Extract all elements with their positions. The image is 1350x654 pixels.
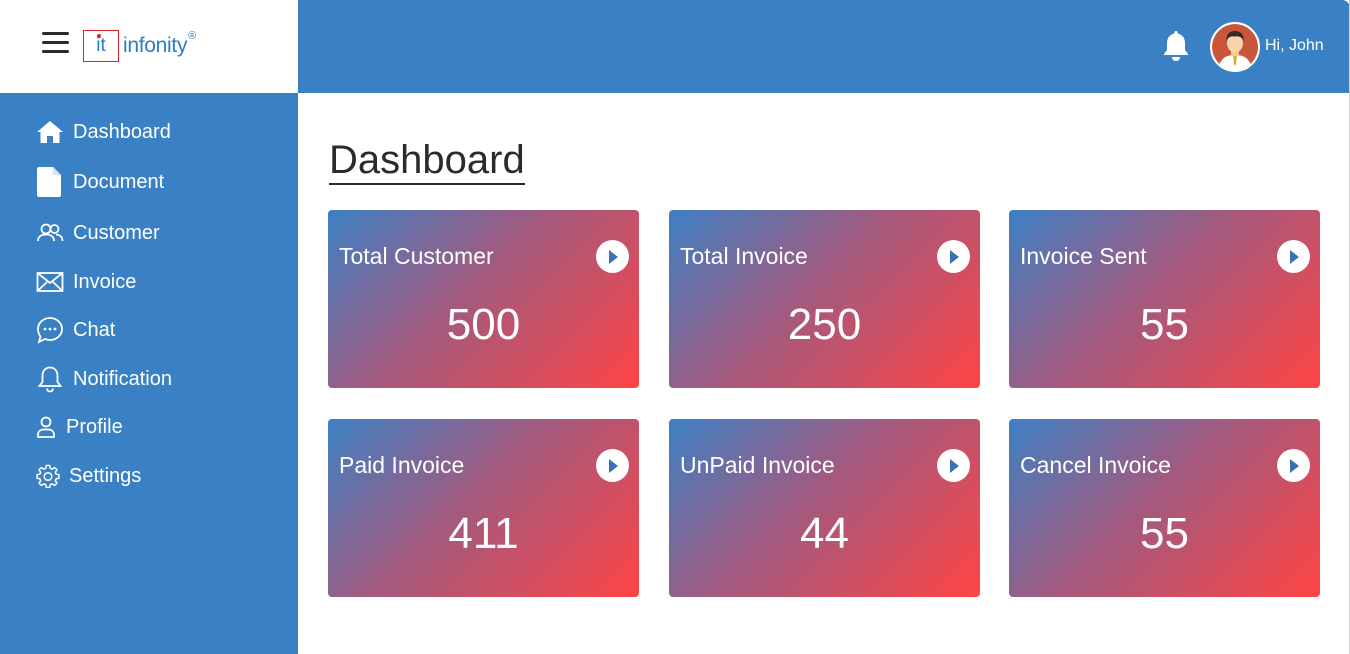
users-icon bbox=[36, 218, 64, 248]
main-content: Dashboard Total Customer 500 Total Invoi… bbox=[298, 93, 1350, 654]
sidebar-item-label: Settings bbox=[69, 464, 142, 487]
sidebar-item-label: Notification bbox=[73, 367, 172, 390]
play-circle-icon[interactable] bbox=[1277, 240, 1310, 273]
sidebar-item-label: Chat bbox=[73, 318, 116, 341]
home-icon bbox=[36, 117, 64, 147]
card-title: Total Invoice bbox=[680, 243, 808, 269]
play-circle-icon[interactable] bbox=[937, 449, 970, 482]
user-icon bbox=[36, 412, 57, 442]
logo-area: it infonity ® bbox=[0, 0, 298, 93]
notification-bell-icon[interactable] bbox=[1160, 29, 1192, 63]
app-window: it infonity ® Hi, John Dashboard Documen… bbox=[0, 0, 1350, 654]
sidebar-item-label: Customer bbox=[73, 221, 160, 244]
user-avatar[interactable] bbox=[1210, 22, 1260, 72]
card-title: Invoice Sent bbox=[1020, 243, 1147, 269]
play-circle-icon[interactable] bbox=[596, 240, 629, 273]
sidebar-item-settings[interactable]: Settings bbox=[36, 461, 141, 491]
sidebar-item-invoice[interactable]: Invoice bbox=[36, 267, 136, 297]
page-title: Dashboard bbox=[329, 137, 525, 185]
card-value: 55 bbox=[1140, 509, 1189, 558]
card-title: UnPaid Invoice bbox=[680, 452, 835, 478]
menu-toggle-icon[interactable] bbox=[42, 32, 70, 56]
document-icon bbox=[36, 167, 64, 197]
registered-mark: ® bbox=[188, 30, 197, 42]
logo-mark: it bbox=[83, 30, 119, 62]
card-total-invoice[interactable]: Total Invoice 250 bbox=[669, 210, 980, 388]
logo-mark-text: it bbox=[96, 35, 106, 56]
card-title: Cancel Invoice bbox=[1020, 452, 1171, 478]
sidebar-item-notification[interactable]: Notification bbox=[36, 364, 172, 394]
card-invoice-sent[interactable]: Invoice Sent 55 bbox=[1009, 210, 1320, 388]
sidebar-item-label: Dashboard bbox=[73, 120, 171, 143]
sidebar-item-label: Invoice bbox=[73, 270, 137, 293]
play-circle-icon[interactable] bbox=[596, 449, 629, 482]
card-title: Paid Invoice bbox=[339, 452, 465, 478]
sidebar-item-dashboard[interactable]: Dashboard bbox=[36, 117, 171, 147]
card-value: 411 bbox=[448, 509, 519, 558]
logo-wordmark: infonity bbox=[123, 34, 188, 57]
bell-icon bbox=[36, 364, 64, 394]
play-circle-icon[interactable] bbox=[1277, 449, 1310, 482]
card-cancel-invoice[interactable]: Cancel Invoice 55 bbox=[1009, 419, 1320, 597]
card-value: 55 bbox=[1140, 300, 1189, 349]
user-greeting[interactable]: Hi, John bbox=[1265, 37, 1324, 55]
card-value: 44 bbox=[800, 509, 849, 558]
play-circle-icon[interactable] bbox=[937, 240, 970, 273]
card-total-customer[interactable]: Total Customer 500 bbox=[328, 210, 639, 388]
sidebar: Dashboard Document Customer Invoice Chat bbox=[0, 93, 298, 654]
sidebar-item-label: Document bbox=[73, 170, 165, 193]
sidebar-item-label: Profile bbox=[66, 415, 123, 438]
sidebar-item-customer[interactable]: Customer bbox=[36, 218, 160, 248]
chat-icon bbox=[36, 315, 64, 345]
card-title: Total Customer bbox=[339, 243, 494, 269]
sidebar-item-chat[interactable]: Chat bbox=[36, 315, 115, 345]
sidebar-item-document[interactable]: Document bbox=[36, 167, 164, 197]
card-value: 500 bbox=[446, 300, 521, 349]
card-unpaid-invoice[interactable]: UnPaid Invoice 44 bbox=[669, 419, 980, 597]
envelope-icon bbox=[36, 267, 64, 297]
brand-logo[interactable]: it infonity ® bbox=[83, 29, 196, 63]
card-value: 250 bbox=[787, 300, 862, 349]
top-bar: Hi, John bbox=[298, 0, 1350, 93]
gear-icon bbox=[36, 461, 60, 491]
sidebar-item-profile[interactable]: Profile bbox=[36, 412, 123, 442]
card-paid-invoice[interactable]: Paid Invoice 411 bbox=[328, 419, 639, 597]
